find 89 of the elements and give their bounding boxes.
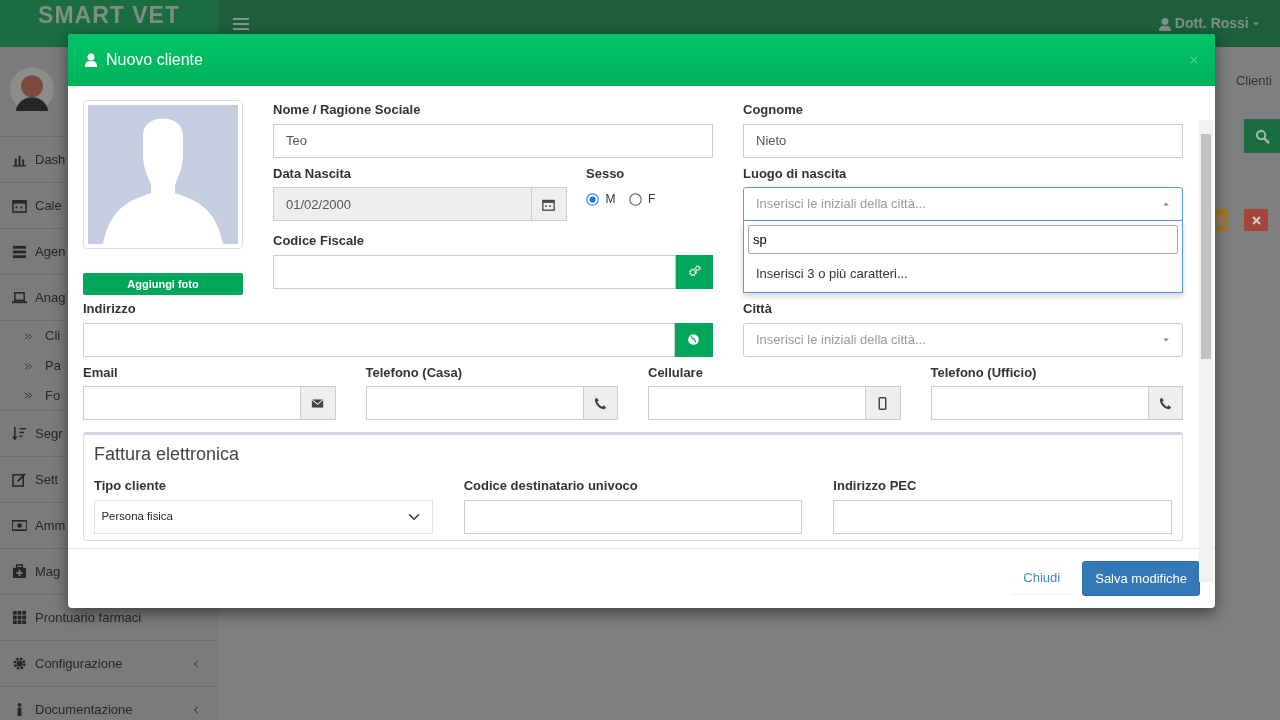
- sort-icon: [12, 426, 27, 441]
- grid-icon: [12, 610, 27, 625]
- envelope-icon: [311, 396, 325, 410]
- field-label: Luogo di nascita: [743, 164, 848, 183]
- medkit-icon: [12, 564, 27, 579]
- input-field[interactable]: [365, 386, 584, 420]
- input-field[interactable]: [833, 499, 1172, 534]
- scrollbar[interactable]: [1199, 120, 1213, 582]
- list-icon: [12, 244, 27, 259]
- sidebar-subitem[interactable]: Cli: [45, 326, 61, 346]
- sidebar-item[interactable]: Configurazione: [35, 653, 123, 674]
- laptop-icon: [12, 290, 27, 305]
- select-field[interactable]: Inserisci le iniziali della città...: [743, 322, 1183, 357]
- search-field[interactable]: sp: [748, 225, 1178, 254]
- input-field[interactable]: [930, 386, 1149, 420]
- input-field[interactable]: [648, 386, 867, 420]
- sidebar-item[interactable]: Segr: [35, 423, 63, 444]
- input-field[interactable]: [83, 322, 676, 357]
- input-field[interactable]: [273, 254, 677, 289]
- sidebar-item[interactable]: Sett: [35, 469, 59, 490]
- phone-icon: [1158, 396, 1172, 410]
- field-label: Città: [743, 300, 773, 318]
- add-photo-button[interactable]: Aggiungi foto: [83, 273, 243, 295]
- settings-icon: [12, 656, 27, 671]
- breadcrumb-item[interactable]: Clienti: [1235, 71, 1272, 91]
- menu-icon[interactable]: [230, 15, 252, 32]
- search-button[interactable]: [1244, 119, 1280, 153]
- user-menu[interactable]: Dott. Rossi: [1174, 13, 1249, 34]
- calendar-icon: [542, 197, 556, 211]
- double-chevron-icon: [24, 391, 33, 400]
- edit-icon: [12, 472, 27, 487]
- field-label: Codice Fiscale: [273, 232, 366, 250]
- avatar: [10, 67, 54, 111]
- user-icon: [1157, 16, 1172, 31]
- sidebar-item[interactable]: Agen: [35, 241, 66, 262]
- input-field[interactable]: Nieto: [743, 123, 1183, 158]
- radio-button[interactable]: [586, 192, 599, 206]
- placeholder-text: Inserisci le iniziali della città...: [756, 195, 926, 214]
- sidebar-item[interactable]: Anag: [35, 287, 66, 308]
- radio-label: M: [605, 191, 616, 209]
- sidebar-subitem[interactable]: Fo: [45, 385, 61, 406]
- field-label: Indirizzo: [83, 300, 137, 318]
- action-button[interactable]: [676, 254, 713, 289]
- field-label: Email: [83, 363, 119, 382]
- sidebar-item[interactable]: Cale: [35, 195, 62, 216]
- sidebar-subitem[interactable]: Pa: [45, 356, 61, 376]
- gears-icon: [687, 265, 701, 278]
- dropdown-message: Inserisci 3 o più caratteri...: [755, 265, 909, 283]
- field-label: Indirizzo PEC: [833, 477, 918, 495]
- panel-title: Fattura elettronica: [94, 443, 241, 466]
- radio-button[interactable]: [628, 192, 642, 206]
- radio-label: F: [648, 191, 656, 209]
- input-field[interactable]: [463, 499, 803, 534]
- calendar-icon: [12, 198, 27, 213]
- input-field[interactable]: [83, 386, 302, 420]
- field-label: Sesso: [586, 164, 626, 183]
- field-label: Telefono (Casa): [365, 363, 464, 382]
- sidebar-item[interactable]: Dash: [35, 149, 66, 170]
- field-label: Codice destinatario univoco: [463, 477, 639, 495]
- select-field[interactable]: Inserisci le iniziali della città...: [743, 187, 1183, 221]
- sidebar-item[interactable]: Mag: [35, 561, 61, 582]
- placeholder-text: Inserisci le iniziali della città...: [756, 330, 926, 349]
- action-button[interactable]: [675, 322, 713, 357]
- delete-button[interactable]: [1244, 209, 1268, 231]
- field-label: Data Nascita: [273, 164, 353, 183]
- select-field[interactable]: Persona fisica: [94, 499, 433, 534]
- search-icon: [1254, 128, 1270, 144]
- field-label: Tipo cliente: [94, 477, 167, 495]
- modal-title: Nuovo cliente: [106, 50, 203, 70]
- close-icon: [1250, 214, 1262, 226]
- input-field[interactable]: Teo: [273, 123, 713, 158]
- field-label: Nome / Ragione Sociale: [273, 101, 422, 119]
- logo: SMART VET: [38, 1, 180, 31]
- money-icon: [12, 518, 27, 533]
- caret-up-icon: [1162, 200, 1170, 208]
- sidebar-item[interactable]: Amm: [35, 515, 66, 536]
- globe-icon: [687, 333, 701, 346]
- close-icon[interactable]: [1189, 55, 1199, 65]
- double-chevron-icon: [24, 331, 33, 341]
- save-button[interactable]: Salva modifiche: [1082, 560, 1200, 597]
- double-chevron-icon: [24, 361, 33, 371]
- sidebar-item[interactable]: Documentazione: [35, 699, 133, 720]
- user-icon: [1215, 214, 1227, 226]
- phone-icon: [593, 396, 607, 410]
- field-label: Telefono (Ufficio): [930, 363, 1038, 382]
- field-label: Cellulare: [648, 363, 704, 382]
- field-label: Cognome: [743, 101, 804, 119]
- sidebar-item[interactable]: Prontuario farmaci: [35, 607, 142, 628]
- user-icon: [84, 52, 98, 68]
